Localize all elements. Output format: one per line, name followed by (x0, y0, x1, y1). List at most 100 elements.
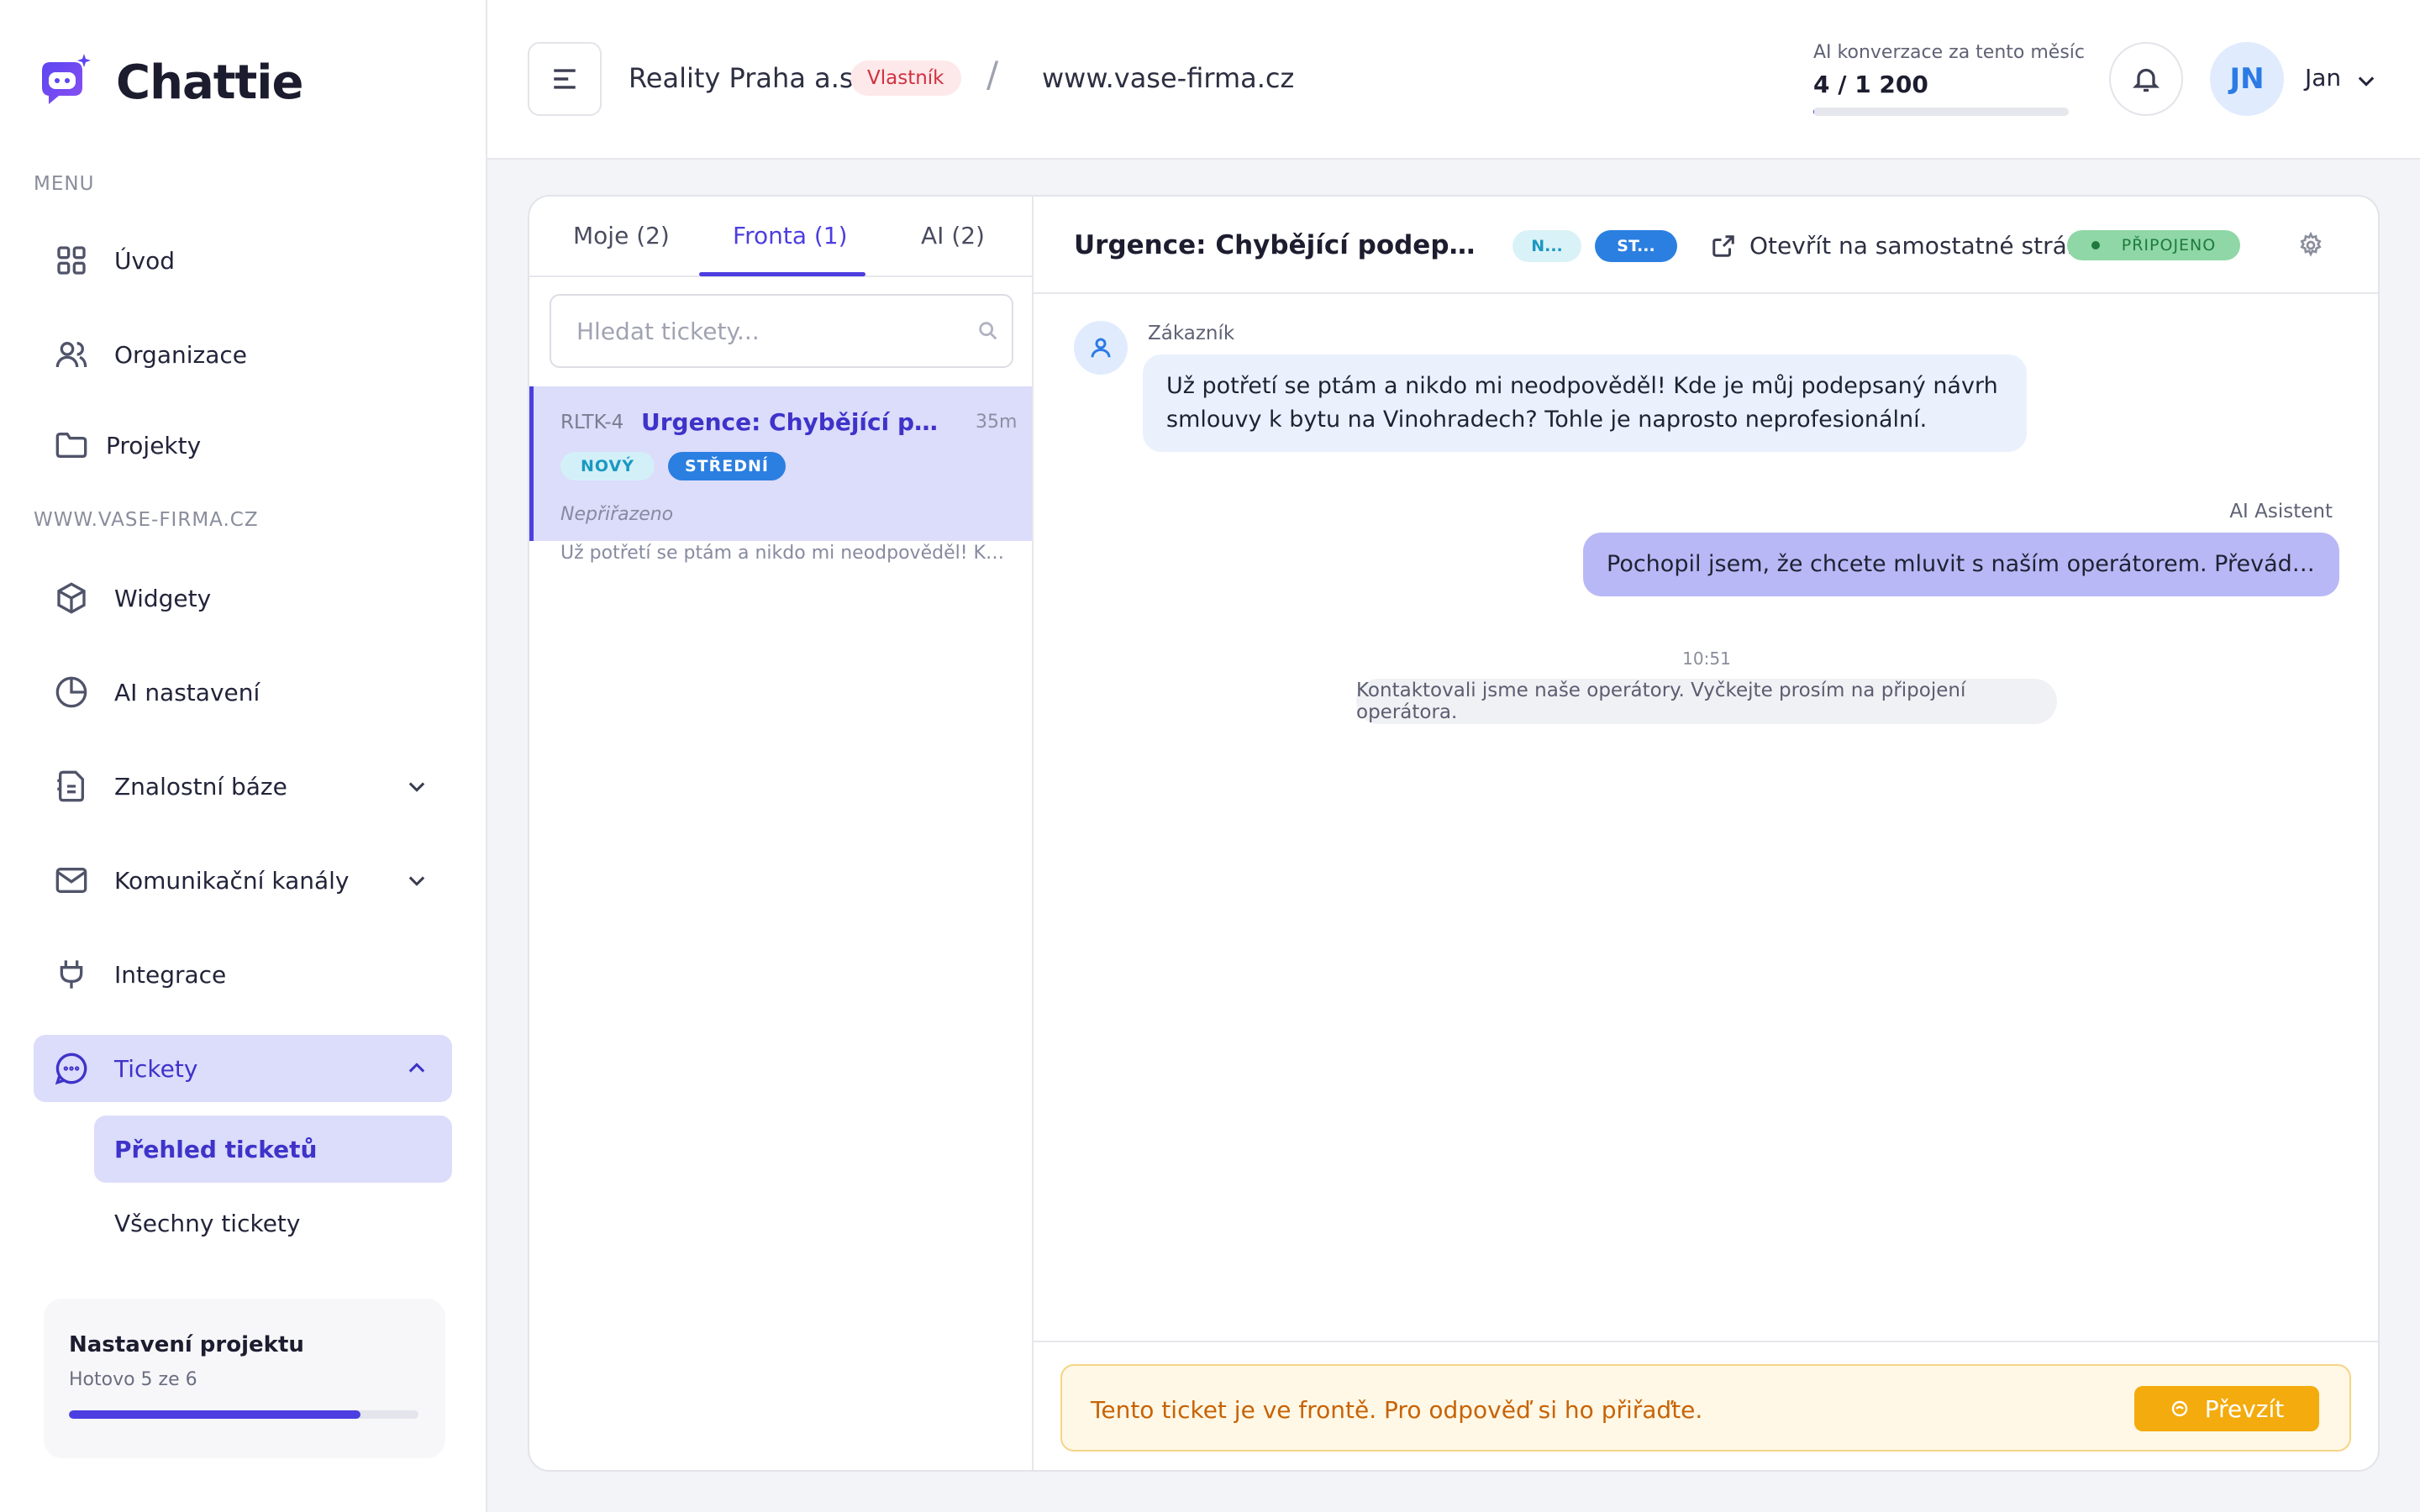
sidebar-item-widgety[interactable]: Widgety (34, 564, 452, 632)
system-message-time: 10:51 (1682, 648, 1731, 669)
project-setup-card[interactable]: Nastavení projektu Hotovo 5 ze 6 (44, 1299, 445, 1458)
status-dot (2091, 241, 2100, 249)
ticket-preview: Už potřetí se ptám a nikdo mi neodpovědě… (560, 543, 1014, 564)
connection-badge: PŘIPOJENO (2067, 230, 2240, 260)
user-avatar[interactable]: JN (2210, 42, 2284, 116)
take-ticket-button[interactable]: Převzít (2134, 1386, 2319, 1431)
ticket-tabs: Moje (2) Fronta (1) AI (2) (529, 197, 1032, 277)
sidebar-item-znalostni-baze[interactable]: Znalostní báze (34, 753, 452, 820)
topbar: Reality Praha a.s. Vlastník / www.vase-f… (487, 0, 2420, 160)
ticket-list-item[interactable]: RLTK-4 Urgence: Chybějící podepsa... 35m… (529, 386, 1032, 564)
gear-icon[interactable] (2297, 231, 2324, 259)
queue-notice: Tento ticket je ve frontě. Pro odpověď s… (1060, 1364, 2351, 1452)
queue-notice-text: Tento ticket je ve frontě. Pro odpověď s… (1091, 1396, 1703, 1424)
pie-chart-icon (54, 675, 89, 710)
search-icon (976, 319, 1000, 343)
chat-bubble-icon (54, 1051, 89, 1086)
ticket-search-input[interactable] (550, 294, 1013, 368)
sidebar-item-komunikacni-kanaly[interactable]: Komunikační kanály (34, 847, 452, 914)
ticket-title: Urgence: Chybějící podepsa... (641, 408, 952, 436)
chevron-down-icon[interactable] (405, 869, 429, 892)
sidebar-subitem-prehled-ticketu[interactable]: Přehled ticketů (94, 1116, 452, 1183)
project-section-label: WWW.VASE-FIRMA.CZ (34, 509, 259, 531)
document-icon (54, 769, 89, 804)
tickets-panel: Moje (2) Fronta (1) AI (2) RLTK-4 Urgenc… (528, 195, 2380, 1472)
usage-label: AI konverzace za tento měsíc (1813, 42, 2085, 63)
hand-icon (2171, 1400, 2187, 1417)
chat-column: Urgence: Chybějící podepsaný n... N... S… (1034, 197, 2378, 1470)
customer-message: Už potřetí se ptám a nikdo mi neodpovědě… (1143, 354, 2027, 452)
connection-label: PŘIPOJENO (2121, 236, 2217, 255)
ticket-age: 35m (976, 412, 1018, 433)
user-icon (1091, 338, 1111, 358)
breadcrumb-separator: / (986, 54, 999, 95)
project-domain[interactable]: www.vase-firma.cz (1042, 62, 1294, 94)
setup-progress-text: Hotovo 5 ze 6 (69, 1369, 197, 1390)
logo[interactable]: Chattie (34, 52, 303, 113)
sidebar-item-projekty[interactable]: Projekty (34, 412, 452, 479)
chevron-up-icon[interactable] (405, 1057, 429, 1080)
sidebar-item-organizace[interactable]: Organizace (34, 321, 452, 388)
sidebar: Chattie MENU Úvod Organizace Projekty WW… (0, 0, 487, 1512)
open-standalone-label: Otevřít na samostatné stránce (1749, 232, 2110, 260)
mail-icon (54, 863, 89, 898)
customer-avatar (1074, 321, 1128, 375)
grid-icon (54, 243, 89, 278)
hamburger-icon (554, 69, 576, 89)
open-standalone-link[interactable]: Otevřít na samostatné stránce (1711, 232, 2109, 260)
setup-progress-fill (69, 1410, 360, 1419)
system-message: Kontaktovali jsme naše operátory. Vyčkej… (1356, 679, 2057, 724)
sidebar-item-label: Integrace (114, 960, 227, 989)
sidebar-item-uvod[interactable]: Úvod (34, 227, 452, 294)
customer-label: Zákazník (1148, 323, 1235, 344)
sidebar-item-label: Organizace (114, 340, 247, 369)
folder-icon (54, 428, 89, 463)
take-ticket-label: Převzít (2204, 1394, 2285, 1423)
sidebar-item-ai-nastaveni[interactable]: AI nastavení (34, 659, 452, 726)
usage-progress-fill (1813, 108, 1814, 116)
tab-ai[interactable]: AI (2) (921, 222, 985, 249)
organization-name[interactable]: Reality Praha a.s. (629, 62, 862, 94)
sidebar-item-label: Tickety (114, 1054, 198, 1083)
plug-icon (54, 957, 89, 992)
chat-header: Urgence: Chybějící podepsaný n... N... S… (1034, 197, 2378, 294)
sidebar-item-tickety[interactable]: Tickety (34, 1035, 452, 1102)
chat-footer: Tento ticket je ve frontě. Pro odpověď s… (1034, 1341, 2378, 1470)
menu-toggle-button[interactable] (528, 42, 602, 116)
sidebar-item-label: AI nastavení (114, 678, 260, 706)
role-badge: Vlastník (850, 60, 961, 96)
external-link-icon (1712, 234, 1734, 257)
notifications-button[interactable] (2109, 42, 2183, 116)
ai-label: AI Asistent (2229, 501, 2333, 522)
sidebar-item-label: Projekty (106, 431, 202, 459)
setup-progress-bar (69, 1410, 418, 1419)
chevron-down-icon[interactable] (2354, 69, 2378, 92)
sidebar-item-label: Komunikační kanály (114, 866, 350, 895)
setup-title: Nastavení projektu (69, 1332, 304, 1357)
usage-progress-bar (1813, 108, 2069, 116)
sidebar-item-label: Úvod (114, 246, 175, 275)
cube-icon (54, 580, 89, 616)
user-name[interactable]: Jan (2305, 64, 2341, 92)
chat-status-badge: N... (1512, 230, 1581, 262)
tab-moje[interactable]: Moje (2) (573, 222, 670, 249)
bell-icon (2133, 68, 2160, 92)
ai-message: Pochopil jsem, že chcete mluvit s naším … (1583, 533, 2339, 596)
sidebar-item-integrace[interactable]: Integrace (34, 941, 452, 1008)
sidebar-item-label: Znalostní báze (114, 772, 287, 801)
ticket-id: RLTK-4 (560, 412, 624, 433)
users-icon (54, 337, 89, 372)
priority-badge: STŘEDNÍ (668, 452, 786, 480)
chevron-down-icon[interactable] (405, 774, 429, 798)
usage-value: 4 / 1 200 (1813, 71, 1928, 98)
active-tab-indicator (699, 272, 865, 276)
sidebar-item-label: Widgety (114, 584, 212, 612)
chat-title: Urgence: Chybějící podepsaný n... (1074, 230, 1486, 260)
tab-fronta[interactable]: Fronta (1) (733, 222, 848, 249)
status-badge: NOVÝ (560, 452, 655, 480)
app-name: Chattie (116, 55, 303, 110)
chattie-logo-icon (42, 54, 91, 104)
chat-priority-badge: ST... (1595, 230, 1677, 262)
ticket-assignee: Nepřiřazeno (560, 504, 674, 525)
sidebar-subitem-vsechny-tickety[interactable]: Všechny tickety (94, 1189, 452, 1257)
